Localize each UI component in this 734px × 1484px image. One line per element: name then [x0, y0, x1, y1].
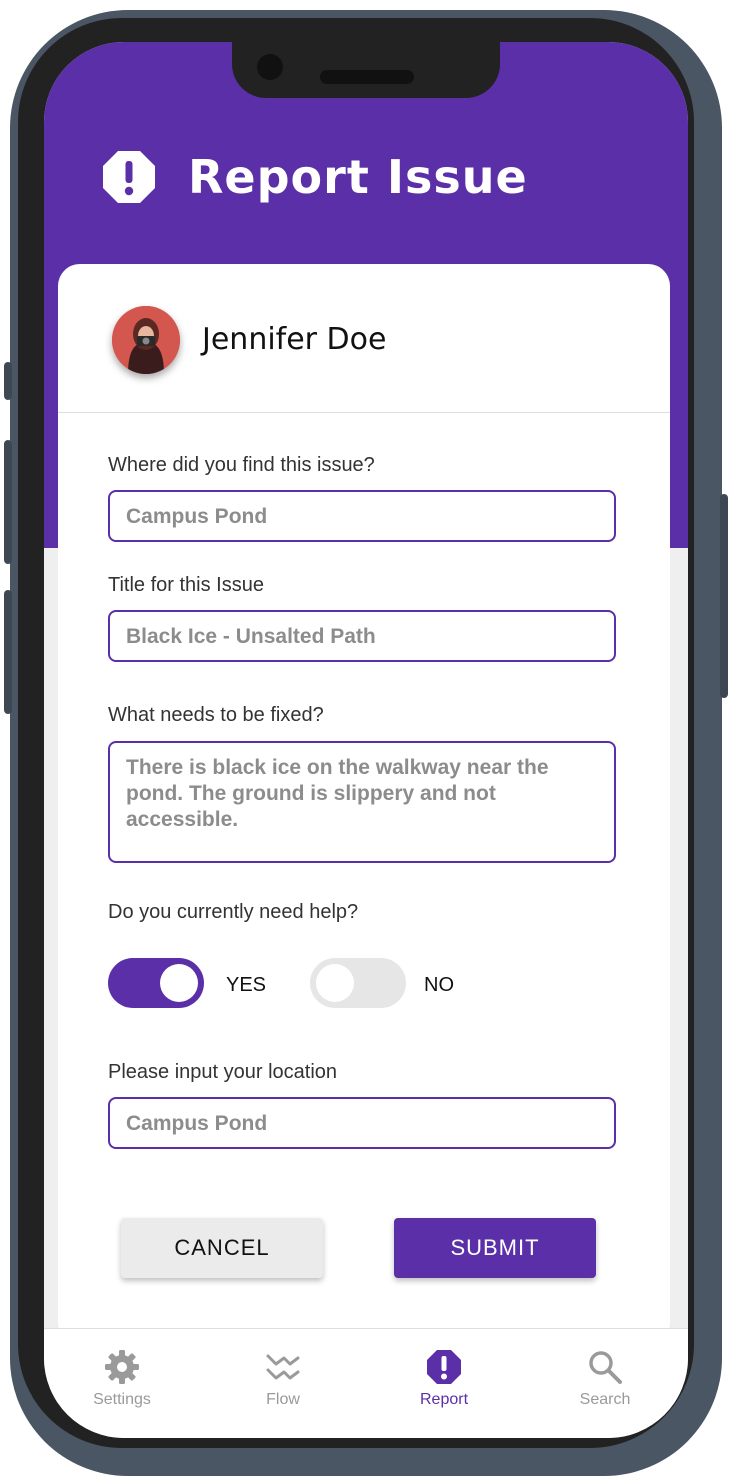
nav-label-settings: Settings — [93, 1391, 151, 1408]
where-label: Where did you find this issue? — [108, 454, 375, 476]
help-yes-label: YES — [226, 974, 267, 996]
nav-label-report: Report — [419, 1391, 469, 1408]
report-form-card: Jennifer Doe Where did you find this iss… — [58, 264, 670, 1344]
nav-label-search: Search — [579, 1391, 631, 1408]
nav-item-settings[interactable]: Settings — [62, 1349, 182, 1419]
help-no-label: NO — [424, 974, 454, 996]
toggle-knob — [160, 964, 198, 1002]
help-no-toggle[interactable] — [310, 958, 406, 1008]
alert-octagon-icon — [427, 1350, 461, 1384]
avatar — [112, 306, 180, 374]
fix-value: There is black ice on the walkway near t… — [126, 756, 549, 831]
user-row: Jennifer Doe — [58, 264, 670, 413]
gear-icon — [105, 1350, 139, 1384]
where-value: Campus Pond — [126, 505, 268, 528]
power-button — [720, 494, 728, 698]
nav-label-flow: Flow — [266, 1391, 300, 1408]
location-label: Please input your location — [108, 1061, 338, 1083]
location-field[interactable]: Campus Pond — [108, 1097, 616, 1149]
title-field[interactable]: Black Ice - Unsalted Path — [108, 610, 616, 662]
fix-textarea[interactable]: There is black ice on the walkway near t… — [108, 741, 616, 863]
nav-item-flow[interactable]: Flow — [223, 1349, 343, 1419]
fix-label: What needs to be fixed? — [108, 704, 324, 726]
page-header: Report Issue — [102, 144, 528, 210]
speaker — [320, 70, 414, 84]
where-field[interactable]: Campus Pond — [108, 490, 616, 542]
front-camera — [257, 54, 283, 80]
mute-switch — [4, 362, 12, 400]
page-title: Report Issue — [188, 150, 528, 204]
submit-button[interactable]: SUBMIT — [394, 1218, 596, 1278]
alert-octagon-icon — [103, 151, 155, 203]
nav-item-search[interactable]: Search — [545, 1349, 665, 1419]
help-yes-toggle[interactable] — [108, 958, 204, 1008]
screen: Report Issue Jennifer Doe Where did you … — [44, 42, 688, 1438]
help-label: Do you currently need help? — [108, 901, 359, 923]
flow-icon — [266, 1354, 300, 1380]
volume-up-button — [4, 440, 12, 564]
nav-item-report[interactable]: Report — [384, 1349, 504, 1419]
volume-down-button — [4, 590, 12, 714]
toggle-knob — [316, 964, 354, 1002]
cancel-button[interactable]: CANCEL — [121, 1218, 323, 1278]
user-name: Jennifer Doe — [202, 322, 387, 357]
bottom-nav: Settings Flow Report Search — [44, 1328, 688, 1438]
title-label: Title for this Issue — [108, 574, 264, 596]
search-icon — [589, 1351, 622, 1384]
title-value: Black Ice - Unsalted Path — [126, 625, 376, 648]
location-value: Campus Pond — [126, 1112, 268, 1135]
